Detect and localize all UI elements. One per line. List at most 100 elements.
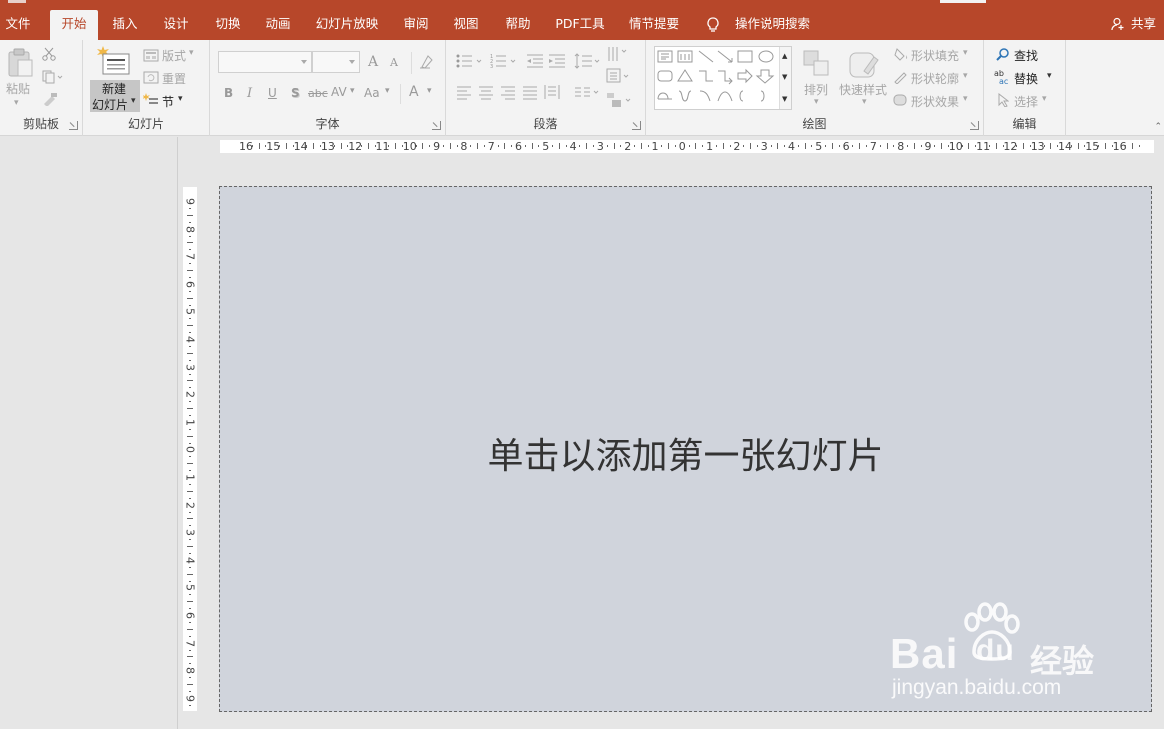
align-left-icon[interactable] bbox=[456, 86, 472, 100]
tab-view[interactable]: 视图 bbox=[446, 10, 486, 40]
tab-home[interactable]: 开始 bbox=[50, 10, 98, 40]
text-direction-icon[interactable] bbox=[606, 45, 636, 63]
gallery-scrollbar[interactable]: ▲ ▼ ▼ bbox=[779, 47, 791, 109]
strikethrough-button[interactable]: abc bbox=[308, 87, 328, 100]
change-case-dropdown-icon[interactable]: ▾ bbox=[385, 86, 390, 96]
shape-outline-label[interactable]: 形状轮廓 bbox=[911, 70, 959, 87]
tab-pdf-tools[interactable]: PDF工具 bbox=[550, 10, 610, 40]
tab-help[interactable]: 帮助 bbox=[498, 10, 538, 40]
font-launcher-icon[interactable] bbox=[432, 121, 441, 130]
shape-effects-dropdown-icon[interactable]: ▾ bbox=[963, 94, 968, 104]
arrange-icon[interactable] bbox=[802, 49, 832, 77]
paste-icon[interactable] bbox=[6, 48, 34, 78]
tab-design[interactable]: 设计 bbox=[156, 10, 196, 40]
replace-dropdown-icon[interactable]: ▾ bbox=[1047, 71, 1052, 81]
tab-animations[interactable]: 动画 bbox=[258, 10, 298, 40]
shape-outline-dropdown-icon[interactable]: ▾ bbox=[963, 71, 968, 81]
replace-label[interactable]: 替换 bbox=[1014, 70, 1038, 87]
new-slide-label-line2[interactable]: 幻灯片 bbox=[92, 96, 128, 113]
select-dropdown-icon[interactable]: ▾ bbox=[1042, 94, 1047, 104]
char-spacing-button[interactable]: AV bbox=[331, 85, 347, 99]
align-text-icon[interactable] bbox=[606, 68, 636, 84]
line-spacing-icon[interactable] bbox=[574, 52, 602, 70]
replace-icon[interactable]: abac bbox=[994, 69, 1012, 85]
shape-effects-label[interactable]: 形状效果 bbox=[911, 93, 959, 110]
align-right-icon[interactable] bbox=[500, 86, 516, 100]
section-dropdown-icon[interactable]: ▾ bbox=[178, 94, 183, 104]
vertical-ruler[interactable]: 9 8 7 6 5 4 3 2 1 0 1 2 3 4 5 6 7 8 9 bbox=[183, 187, 197, 711]
paragraph-launcher-icon[interactable] bbox=[632, 121, 641, 130]
h-ruler-tick bbox=[756, 145, 758, 147]
arrange-dropdown-icon[interactable]: ▾ bbox=[814, 97, 819, 107]
shape-effects-icon[interactable] bbox=[893, 93, 909, 107]
cut-icon[interactable] bbox=[42, 47, 56, 61]
copy-icon[interactable] bbox=[42, 70, 64, 84]
collapse-ribbon-icon[interactable]: ⌃ bbox=[1154, 122, 1162, 132]
drawing-launcher-icon[interactable] bbox=[970, 121, 979, 130]
section-label[interactable]: 节 bbox=[162, 93, 174, 110]
reset-icon[interactable] bbox=[143, 71, 159, 84]
shapes-gallery[interactable]: ▲ ▼ ▼ bbox=[654, 46, 792, 110]
select-cursor-icon[interactable] bbox=[997, 93, 1009, 107]
quick-styles-label[interactable]: 快速样式 bbox=[839, 81, 887, 98]
new-slide-dropdown-icon[interactable]: ▾ bbox=[131, 96, 136, 106]
clipboard-launcher-icon[interactable] bbox=[69, 121, 78, 130]
tab-insert[interactable]: 插入 bbox=[104, 10, 146, 40]
bullets-icon[interactable] bbox=[456, 53, 486, 69]
quick-styles-icon[interactable] bbox=[848, 49, 880, 79]
select-label[interactable]: 选择 bbox=[1014, 93, 1038, 110]
reset-label[interactable]: 重置 bbox=[162, 70, 186, 87]
clear-formatting-icon[interactable] bbox=[418, 54, 436, 70]
arrange-label[interactable]: 排列 bbox=[804, 81, 828, 98]
find-icon[interactable] bbox=[996, 48, 1010, 62]
increase-indent-icon[interactable] bbox=[548, 53, 566, 69]
italic-button[interactable]: I bbox=[247, 86, 252, 101]
tab-storyboard[interactable]: 情节提要 bbox=[622, 10, 686, 40]
justify-icon[interactable] bbox=[522, 86, 538, 100]
add-first-slide-hint[interactable]: 单击以添加第一张幻灯片 bbox=[220, 427, 1151, 479]
layout-dropdown-icon[interactable]: ▾ bbox=[189, 48, 194, 58]
tab-review[interactable]: 审阅 bbox=[396, 10, 436, 40]
group-paragraph: 123 段落 bbox=[446, 40, 646, 136]
h-ruler-tick bbox=[367, 143, 369, 149]
section-icon[interactable] bbox=[143, 93, 159, 107]
change-case-button[interactable]: Aa bbox=[364, 86, 380, 100]
shape-outline-icon[interactable] bbox=[893, 70, 909, 84]
quick-styles-dropdown-icon[interactable]: ▾ bbox=[862, 97, 867, 107]
tab-file[interactable]: 文件 bbox=[0, 10, 36, 40]
grow-font-icon[interactable]: A bbox=[368, 54, 378, 70]
horizontal-ruler[interactable]: 16 15 14 13 12 11 10 9 8 7 6 5 4 3 2 1 0 1 2 3 4 5 6 7 8 9 10 11 12 1… bbox=[220, 140, 1154, 153]
shrink-font-icon[interactable]: A bbox=[390, 56, 398, 69]
char-spacing-dropdown-icon[interactable]: ▾ bbox=[350, 86, 355, 96]
shape-fill-label[interactable]: 形状填充 bbox=[911, 47, 959, 64]
h-ruler-tick bbox=[279, 145, 281, 147]
tell-me-search[interactable]: 操作说明搜索 bbox=[706, 10, 810, 40]
distributed-icon[interactable] bbox=[544, 84, 560, 100]
bold-button[interactable]: B bbox=[224, 86, 233, 100]
format-painter-icon[interactable] bbox=[42, 92, 58, 106]
tab-slideshow[interactable]: 幻灯片放映 bbox=[310, 10, 384, 40]
font-color-button[interactable]: A bbox=[409, 84, 419, 100]
font-size-combo[interactable] bbox=[312, 51, 360, 73]
shape-fill-dropdown-icon[interactable]: ▾ bbox=[963, 48, 968, 58]
underline-button[interactable]: U bbox=[268, 86, 277, 100]
shape-fill-icon[interactable] bbox=[893, 47, 909, 61]
new-slide-icon[interactable] bbox=[97, 46, 131, 76]
font-name-combo[interactable] bbox=[218, 51, 312, 73]
font-color-dropdown-icon[interactable]: ▾ bbox=[427, 86, 432, 96]
numbering-icon[interactable]: 123 bbox=[490, 53, 520, 69]
find-label[interactable]: 查找 bbox=[1014, 47, 1038, 64]
share-button[interactable]: 共享 bbox=[1111, 10, 1156, 40]
slide-thumbnail-pane[interactable] bbox=[0, 137, 178, 729]
new-slide-label-line1[interactable]: 新建 bbox=[102, 80, 126, 97]
align-center-icon[interactable] bbox=[478, 86, 494, 100]
layout-label[interactable]: 版式 bbox=[162, 47, 186, 64]
layout-icon[interactable] bbox=[143, 49, 159, 62]
decrease-indent-icon[interactable] bbox=[526, 53, 544, 69]
paste-dropdown-icon[interactable]: ▾ bbox=[14, 98, 19, 108]
columns-icon[interactable] bbox=[574, 86, 602, 100]
shadow-button[interactable]: S bbox=[291, 86, 300, 100]
smartart-icon[interactable] bbox=[606, 92, 636, 108]
h-ruler-tick bbox=[565, 145, 567, 147]
tab-transitions[interactable]: 切换 bbox=[208, 10, 248, 40]
